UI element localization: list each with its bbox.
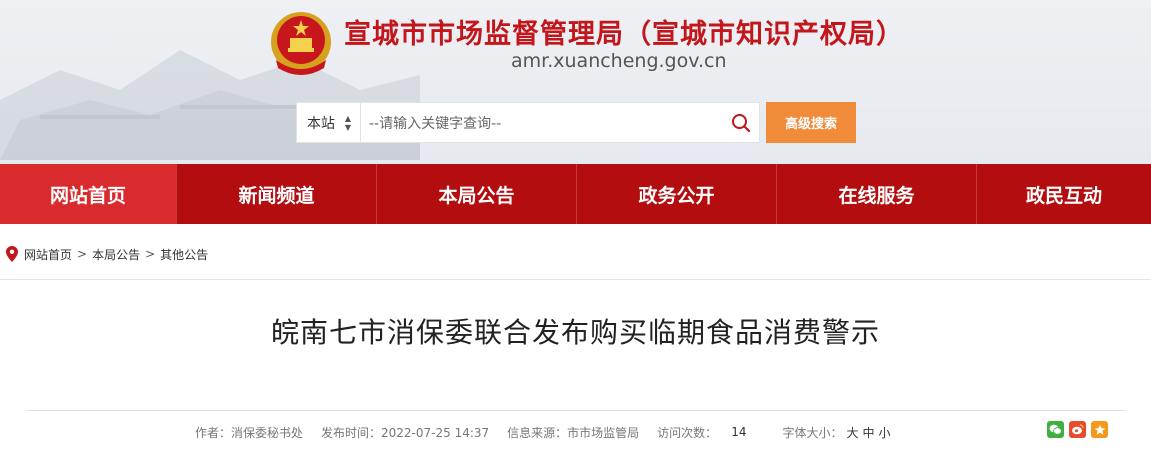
location-pin-icon — [6, 246, 18, 262]
site-header: 宣城市市场监督管理局（宣城市知识产权局） amr.xuancheng.gov.c… — [0, 0, 1151, 164]
share-buttons — [1047, 421, 1108, 438]
nav-item-home[interactable]: 网站首页 — [0, 164, 177, 224]
weibo-icon[interactable] — [1069, 421, 1086, 438]
favorite-star-icon[interactable] — [1091, 421, 1108, 438]
font-size-medium-button[interactable]: 中 — [863, 424, 875, 441]
search-input[interactable] — [367, 103, 721, 144]
breadcrumb-announcements[interactable]: 本局公告 — [92, 246, 140, 263]
nav-item-announcements[interactable]: 本局公告 — [377, 164, 577, 224]
font-size-small-button[interactable]: 小 — [879, 424, 891, 441]
meta-visits-count: 14 — [731, 425, 747, 439]
article-meta: 作者：消保委秘书处 发布时间：2022-07-25 14:37 信息来源：市市场… — [195, 423, 891, 441]
site-domain: amr.xuancheng.gov.cn — [511, 50, 727, 72]
nav-item-news[interactable]: 新闻频道 — [177, 164, 377, 224]
meta-publish-time: 发布时间：2022-07-25 14:37 — [321, 425, 490, 440]
nav-item-online-services[interactable]: 在线服务 — [777, 164, 977, 224]
breadcrumb: 网站首页 > 本局公告 > 其他公告 — [6, 245, 208, 263]
article-title: 皖南七市消保委联合发布购买临期食品消费警示 — [270, 316, 880, 349]
breadcrumb-other-announcements[interactable]: 其他公告 — [160, 246, 208, 263]
meta-visits-label: 访问次数： — [657, 425, 718, 440]
site-title[interactable]: 宣城市市场监督管理局（宣城市知识产权局） — [344, 12, 904, 51]
meta-font-size-label: 字体大小： — [782, 425, 843, 440]
breadcrumb-separator: > — [77, 247, 88, 261]
divider — [27, 410, 1125, 411]
select-arrows-icon: ▲ ▼ — [344, 114, 351, 132]
meta-author: 作者：消保委秘书处 — [195, 425, 304, 440]
breadcrumb-separator: > — [145, 247, 156, 261]
search-scope-select[interactable]: 本站 ▲ ▼ — [297, 103, 361, 142]
wechat-icon[interactable] — [1047, 421, 1064, 438]
nav-item-government-affairs[interactable]: 政务公开 — [577, 164, 777, 224]
national-emblem-icon — [271, 12, 331, 75]
divider — [0, 279, 1151, 280]
search-scope-label: 本站 — [307, 115, 335, 132]
search-box: 本站 ▲ ▼ — [296, 102, 760, 144]
breadcrumb-home[interactable]: 网站首页 — [24, 246, 72, 263]
search-icon[interactable] — [731, 113, 751, 133]
nav-item-interaction[interactable]: 政民互动 — [977, 164, 1151, 224]
main-nav: 网站首页 新闻频道 本局公告 政务公开 在线服务 政民互动 — [0, 164, 1151, 224]
font-size-large-button[interactable]: 大 — [846, 424, 858, 441]
advanced-search-button[interactable]: 高级搜索 — [766, 102, 856, 143]
meta-source: 信息来源：市市场监管局 — [507, 425, 640, 440]
